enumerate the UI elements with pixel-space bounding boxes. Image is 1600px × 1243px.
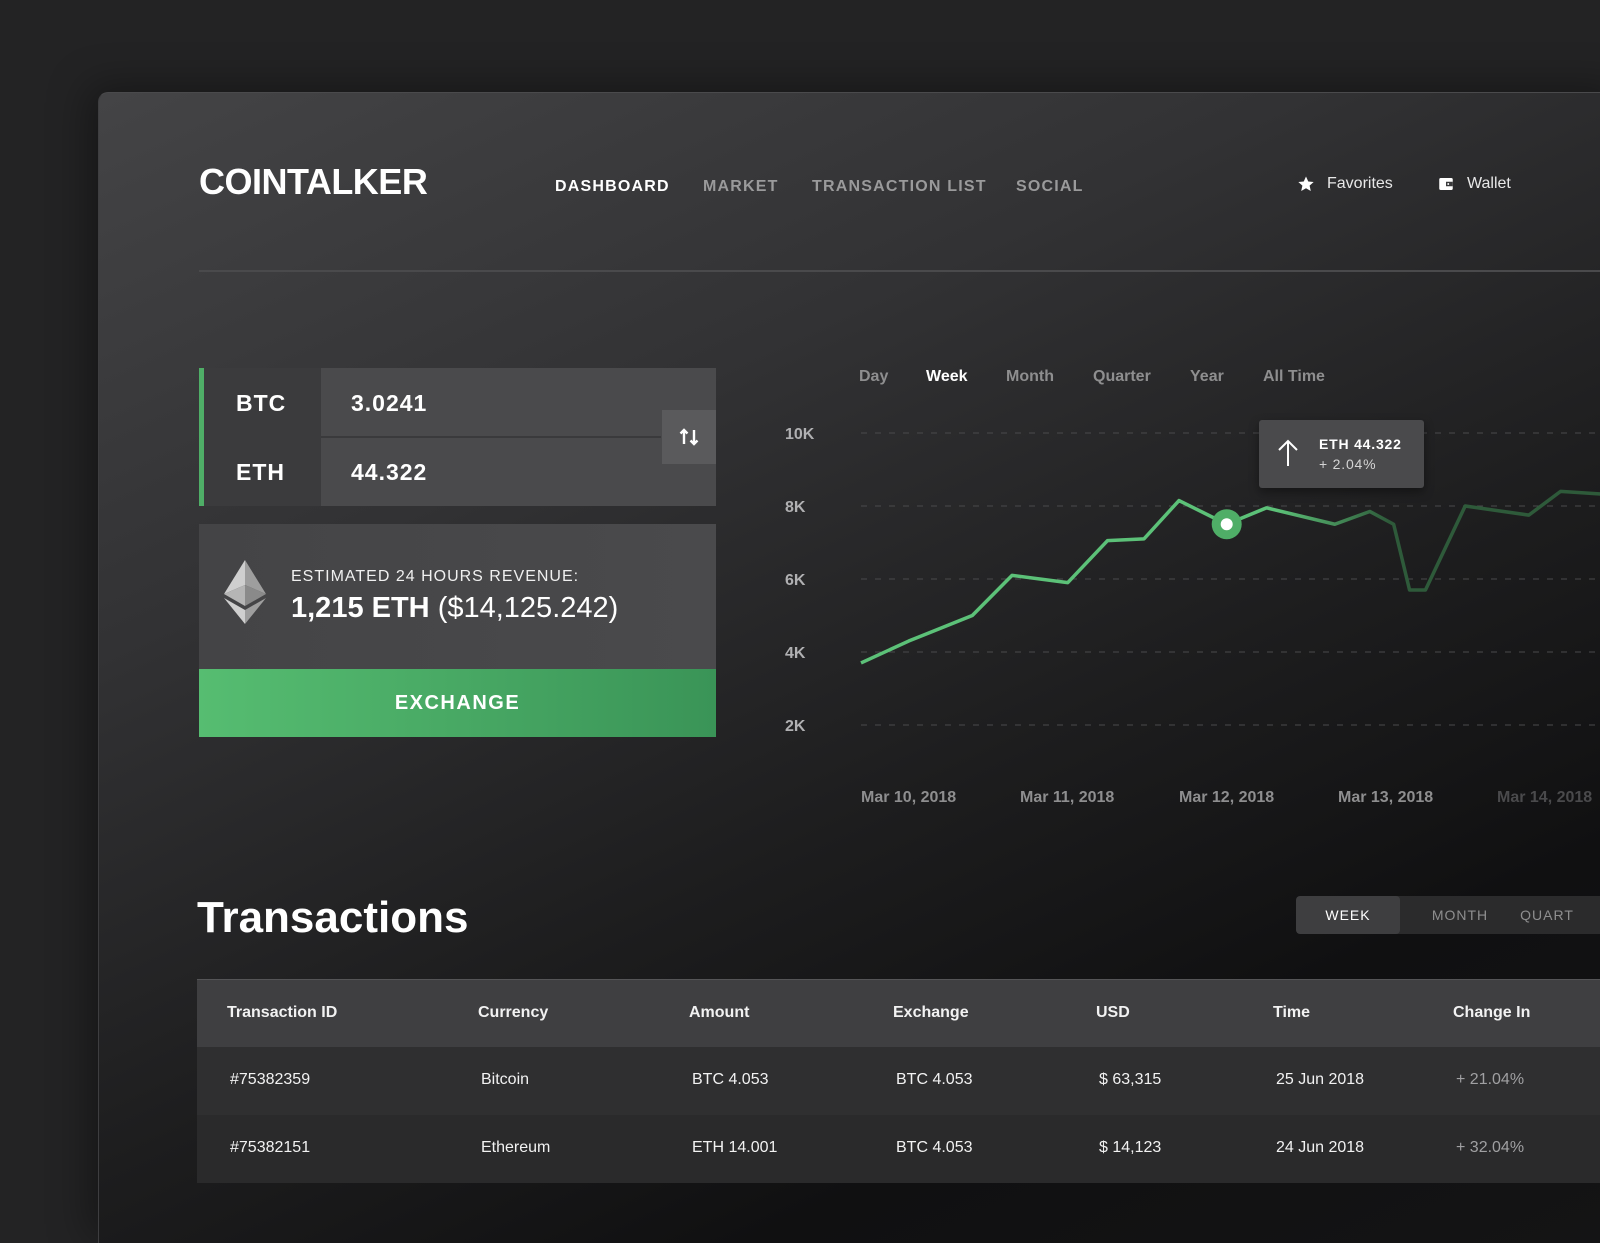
column-header[interactable]: USD (1096, 1004, 1130, 1022)
column-header[interactable]: Exchange (893, 1004, 969, 1022)
y-tick-label: 2K (785, 718, 806, 735)
x-tick-label: Mar 10, 2018 (861, 789, 956, 806)
x-tick-label: Mar 12, 2018 (1179, 789, 1274, 806)
period-week[interactable]: WEEK (1296, 896, 1400, 934)
table-cell: Bitcoin (481, 1071, 530, 1088)
transactions-table: Transaction ID Currency Amount Exchange USD T… (197, 979, 1600, 1183)
column-header[interactable]: Change In (1453, 1004, 1530, 1022)
table-cell: $ 14,123 (1099, 1139, 1162, 1156)
table-row[interactable]: #75382151 Ethereum ETH 14.001 BTC 4.053 $ 14… (197, 1115, 1600, 1183)
table-cell: ETH 14.001 (692, 1139, 778, 1156)
y-tick-label: 6K (785, 572, 806, 589)
arrow-up-icon (1278, 439, 1298, 466)
table-cell: BTC 4.053 (896, 1071, 973, 1088)
period-quarter[interactable]: QUART (1512, 896, 1582, 934)
transactions-title: Transactions (197, 893, 469, 942)
chart-highlight-point-center (1220, 518, 1233, 531)
x-tick-label: Mar 11, 2018 (1020, 789, 1114, 806)
tooltip-change: + 2.04% (1319, 456, 1377, 472)
column-header[interactable]: Currency (478, 1004, 548, 1022)
chart-tooltip: ETH 44.322 + 2.04% (1259, 420, 1424, 488)
table-body: #75382359 Bitcoin BTC 4.053 BTC 4.053 $ 63,3… (197, 1047, 1600, 1183)
table-cell: #75382151 (230, 1139, 311, 1156)
dashboard-panel: COINTALKER DASHBOARD MARKET TRANSACTION … (98, 92, 1600, 1243)
y-tick-label: 8K (785, 499, 806, 516)
table-cell: BTC 4.053 (692, 1071, 769, 1088)
tooltip-title: ETH 44.322 (1319, 436, 1402, 452)
period-month[interactable]: MONTH (1408, 896, 1512, 934)
column-header[interactable]: Time (1273, 1004, 1310, 1022)
table-row[interactable]: #75382359 Bitcoin BTC 4.053 BTC 4.053 $ 63,3… (197, 1047, 1600, 1115)
y-tick-label: 10K (785, 426, 815, 443)
table-cell: BTC 4.053 (896, 1139, 973, 1156)
table-cell: 24 Jun 2018 (1276, 1139, 1365, 1156)
table-cell: Ethereum (481, 1139, 551, 1156)
table-header: Transaction ID Currency Amount Exchange USD T… (197, 979, 1600, 1047)
table-cell: $ 63,315 (1099, 1071, 1162, 1088)
y-tick-label: 4K (785, 645, 806, 662)
x-tick-label: Mar 13, 2018 (1338, 789, 1433, 806)
column-header[interactable]: Transaction ID (227, 1004, 337, 1022)
table-cell: + 21.04% (1456, 1071, 1525, 1088)
table-cell: + 32.04% (1456, 1139, 1525, 1156)
table-cell: 25 Jun 2018 (1276, 1071, 1365, 1088)
x-tick-label: Mar 14, 2018 (1497, 789, 1592, 806)
column-header[interactable]: Amount (689, 1004, 749, 1022)
transactions-period-switch: WEEK MONTH QUART (1296, 896, 1600, 934)
table-cell: #75382359 (230, 1071, 311, 1088)
